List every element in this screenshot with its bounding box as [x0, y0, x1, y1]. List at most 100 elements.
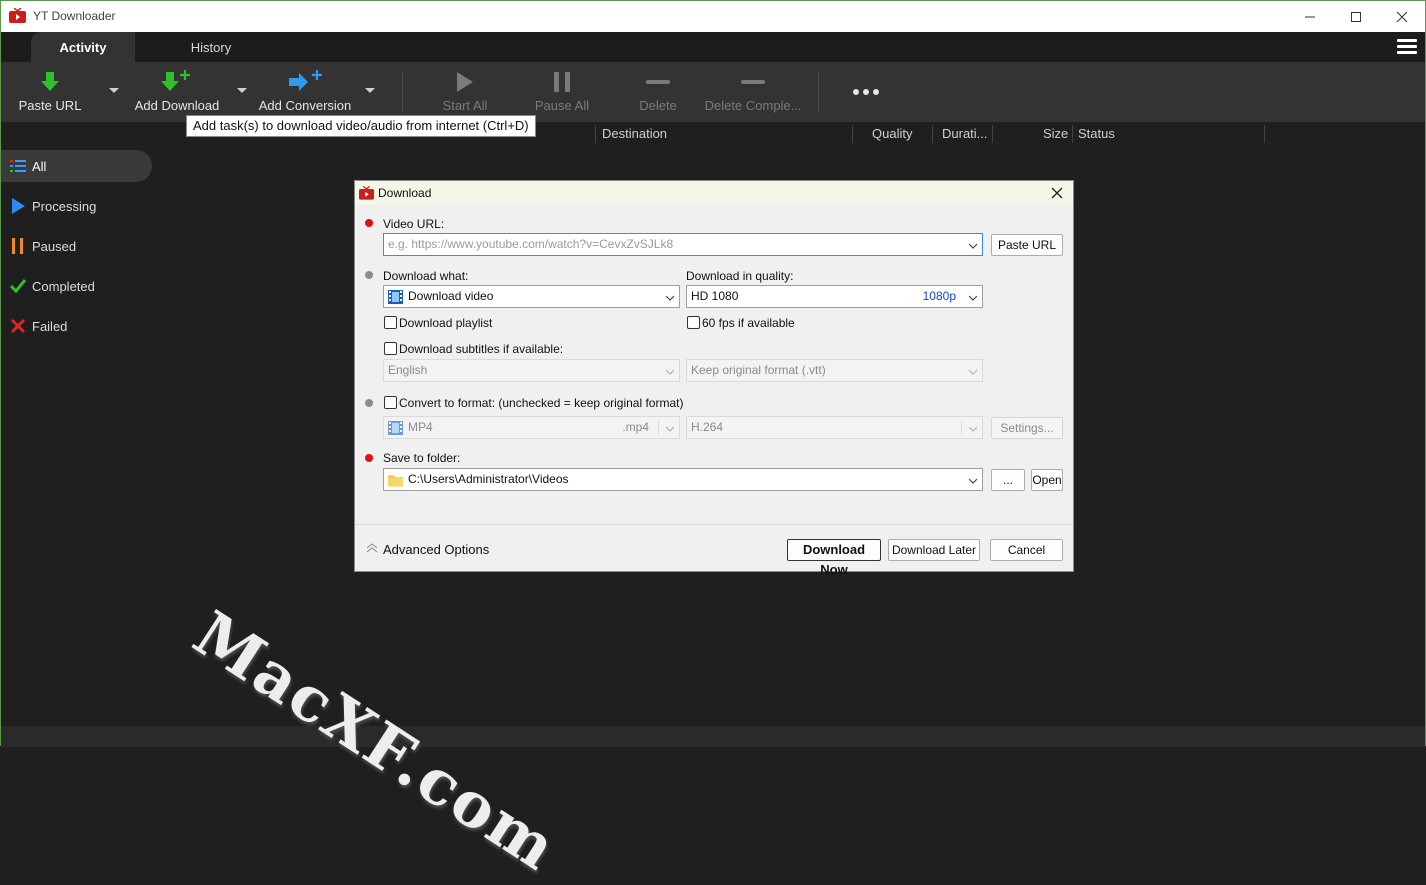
sidebar-item-paused[interactable]: Paused [1, 230, 152, 262]
tab-activity[interactable]: Activity [31, 32, 135, 62]
download-now-button[interactable]: Download Now [787, 539, 881, 577]
add-download-tooltip: Add task(s) to download video/audio from… [186, 115, 536, 137]
maximize-button[interactable] [1333, 1, 1379, 32]
paste-url-dropdown-icon[interactable] [109, 88, 119, 93]
sidebar-item-failed[interactable]: Failed [1, 310, 152, 342]
minus-icon [646, 80, 670, 84]
subtitle-language-select[interactable]: English [383, 359, 680, 382]
convert-extension: .mp4 [622, 420, 649, 434]
add-conversion-button[interactable]: Add Conversion [255, 62, 355, 122]
cancel-button[interactable]: Cancel [990, 539, 1063, 561]
column-header-duration[interactable]: Durati... [942, 122, 988, 146]
optional-bullet [365, 271, 373, 279]
chevron-down-icon [969, 426, 977, 432]
column-header-size[interactable]: Size [1043, 122, 1068, 146]
quality-select[interactable]: HD 1080 1080p [686, 285, 983, 308]
play-icon [457, 72, 473, 92]
settings-button[interactable]: Settings... [991, 417, 1063, 439]
start-all-label: Start All [442, 98, 488, 113]
advanced-options-toggle[interactable]: Advanced Options [383, 542, 489, 557]
open-folder-button[interactable]: Open [1031, 469, 1063, 491]
video-url-placeholder: e.g. https://www.youtube.com/watch?v=Cev… [388, 237, 674, 251]
chevron-down-icon [666, 295, 674, 301]
browse-folder-button[interactable]: ... [991, 469, 1025, 491]
download-playlist-label: Download playlist [399, 316, 493, 330]
convert-label: Convert to format: (unchecked = keep ori… [399, 396, 684, 410]
quality-value: HD 1080 [691, 289, 739, 303]
sidebar-item-label: Completed [32, 278, 95, 294]
add-download-button[interactable]: Add Download [129, 62, 225, 122]
subtitles-label: Download subtitles if available: [399, 342, 564, 356]
column-header-quality[interactable]: Quality [872, 122, 912, 146]
tab-bar: Activity History [1, 32, 1425, 62]
title-bar: YT Downloader [1, 1, 1425, 32]
list-icon [10, 160, 26, 172]
film-icon [388, 421, 403, 435]
download-arrow-icon [41, 72, 59, 91]
cross-icon [10, 318, 26, 334]
delete-completed-button[interactable]: Delete Comple... [703, 62, 803, 122]
toolbar-divider [818, 72, 819, 112]
tab-history-label: History [190, 39, 232, 55]
fps60-checkbox[interactable] [687, 316, 700, 329]
optional-bullet [365, 399, 373, 407]
convert-format-select[interactable]: MP4 .mp4 [383, 416, 680, 439]
download-what-label: Download what: [383, 269, 469, 283]
app-logo-icon [9, 8, 26, 23]
sidebar-item-completed[interactable]: Completed [1, 270, 152, 302]
required-bullet [365, 219, 373, 227]
column-divider [1072, 125, 1073, 143]
film-icon [388, 290, 403, 304]
delete-completed-label: Delete Comple... [704, 98, 802, 113]
dialog-title-bar: Download [355, 181, 1073, 205]
save-folder-select[interactable]: C:\Users\Administrator\Videos [383, 468, 983, 491]
delete-label: Delete [639, 98, 677, 113]
column-header-status[interactable]: Status [1078, 122, 1115, 146]
chevron-up-double-icon[interactable] [366, 543, 378, 553]
add-download-dropdown-icon[interactable] [237, 88, 247, 93]
toolbar-divider [402, 72, 403, 112]
maximize-icon [1351, 11, 1361, 22]
download-what-value: Download video [408, 289, 494, 303]
subtitle-format-select[interactable]: Keep original format (.vtt) [686, 359, 983, 382]
app-window: YT Downloader Activity History Paste URL [0, 0, 1426, 885]
chevron-down-icon [969, 478, 977, 484]
status-bar [1, 726, 1425, 747]
chevron-down-icon [969, 369, 977, 375]
sidebar-item-all[interactable]: All [1, 150, 152, 182]
paste-url-button[interactable]: Paste URL [9, 62, 91, 122]
convert-codec-select[interactable]: H.264 [686, 416, 983, 439]
chevron-down-icon [666, 369, 674, 375]
convert-checkbox[interactable] [384, 396, 397, 409]
sidebar-item-label: Processing [32, 198, 97, 214]
chevron-down-icon [969, 295, 977, 301]
minimize-icon [1305, 16, 1315, 17]
sidebar-item-label: Paused [32, 238, 77, 254]
required-bullet [365, 454, 373, 462]
start-all-button[interactable]: Start All [425, 62, 505, 122]
tab-activity-label: Activity [59, 39, 107, 55]
pause-all-button[interactable]: Pause All [522, 62, 602, 122]
add-conversion-icon [289, 70, 322, 91]
download-playlist-checkbox[interactable] [384, 316, 397, 329]
minimize-button[interactable] [1287, 1, 1333, 32]
add-download-icon [161, 70, 190, 91]
column-header-destination[interactable]: Destination [602, 122, 667, 146]
video-url-input[interactable]: e.g. https://www.youtube.com/watch?v=Cev… [383, 233, 983, 256]
minus-icon [741, 80, 765, 84]
subtitles-checkbox[interactable] [384, 342, 397, 355]
convert-codec-value: H.264 [691, 420, 724, 434]
download-dialog: Download Video URL: e.g. https://www.you… [354, 180, 1074, 577]
add-conversion-dropdown-icon[interactable] [365, 88, 375, 93]
sidebar-item-processing[interactable]: Processing [1, 190, 152, 222]
video-url-label: Video URL: [383, 217, 445, 231]
download-what-select[interactable]: Download video [383, 285, 680, 308]
more-options-button[interactable] [841, 62, 891, 122]
tab-history[interactable]: History [161, 32, 261, 62]
dialog-paste-url-button[interactable]: Paste URL [991, 234, 1063, 256]
menu-hamburger-icon[interactable] [1397, 39, 1417, 55]
close-icon[interactable] [1051, 187, 1063, 199]
download-later-button[interactable]: Download Later [888, 539, 980, 561]
delete-button[interactable]: Delete [618, 62, 698, 122]
close-window-button[interactable] [1379, 1, 1425, 32]
